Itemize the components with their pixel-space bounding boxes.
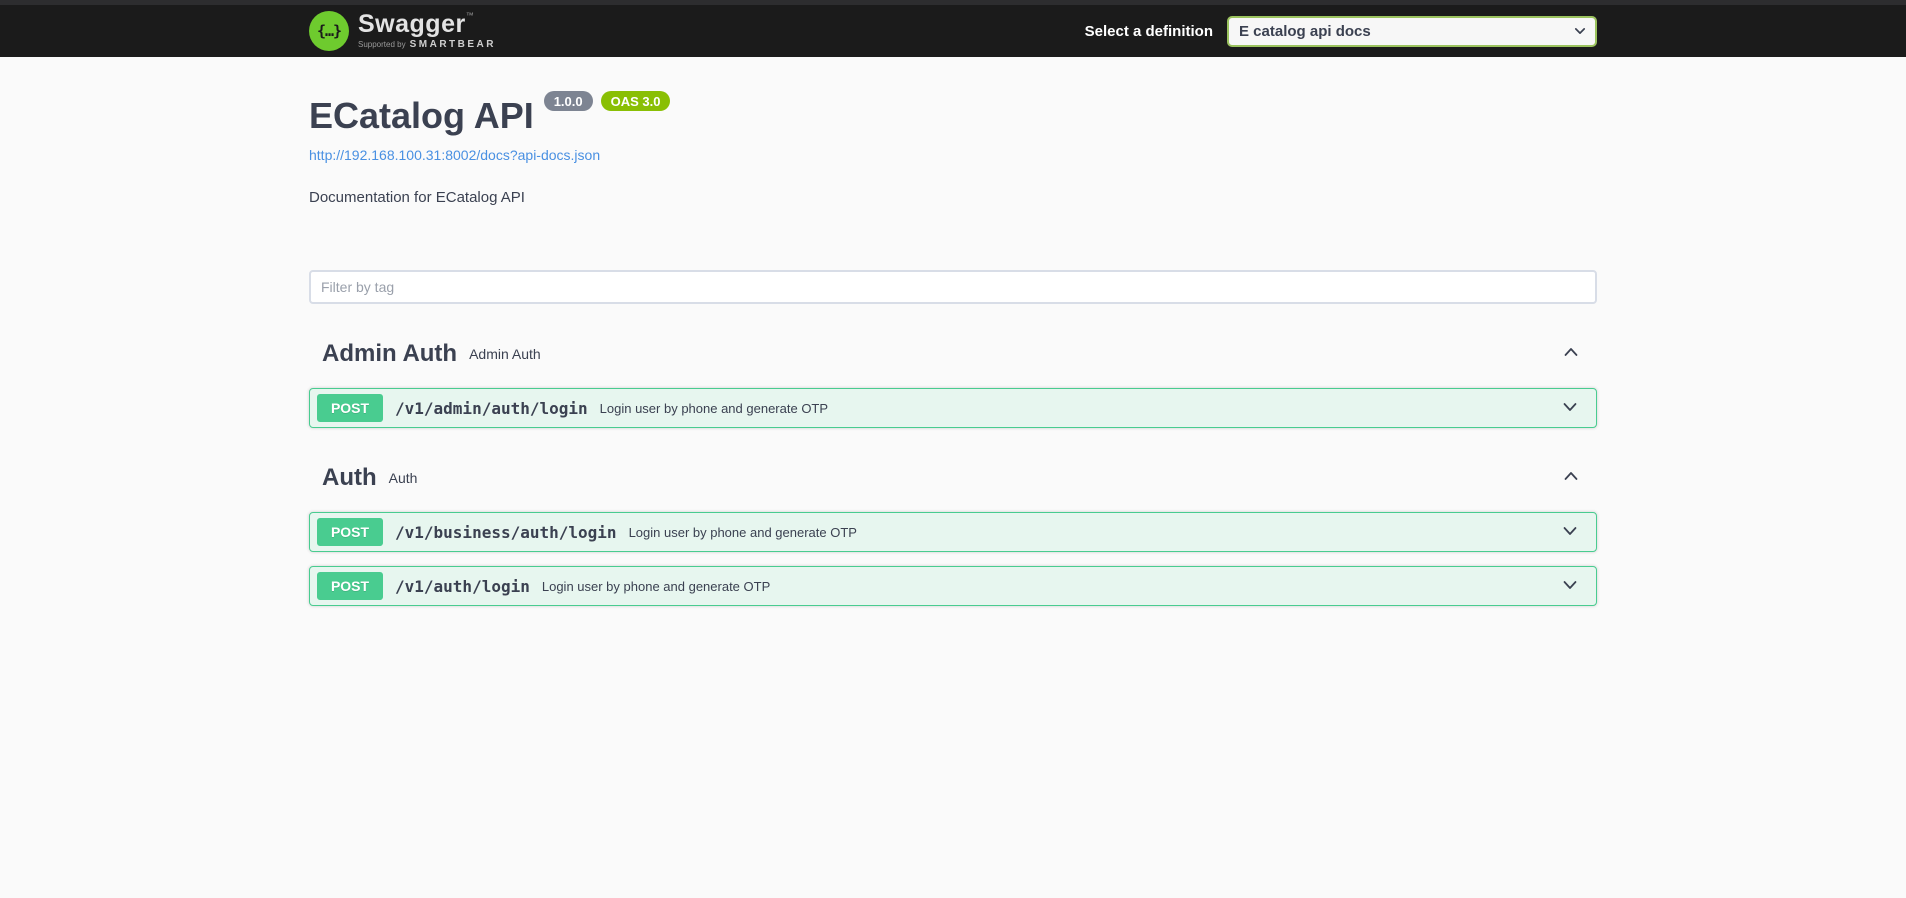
expand-operation-button[interactable] (1560, 397, 1580, 420)
logo-tagline-brand: SMARTBEAR (409, 39, 496, 50)
oas-badge: OAS 3.0 (600, 91, 671, 111)
chevron-up-icon (1561, 466, 1581, 489)
tag-name: Auth (322, 464, 377, 492)
expand-operation-button[interactable] (1560, 521, 1580, 544)
chevron-down-icon (1560, 575, 1580, 598)
tag-section-admin-auth: Admin Auth Admin Auth POST /v1/admin/aut… (309, 334, 1597, 429)
spec-url-link[interactable]: http://192.168.100.31:8002/docs?api-docs… (309, 147, 600, 163)
chevron-up-icon (1561, 342, 1581, 365)
chevron-down-icon (1560, 521, 1580, 544)
method-badge: POST (317, 394, 383, 423)
operation-summary: Login user by phone and generate OTP (541, 578, 771, 594)
definition-select-wrap: E catalog api docs (1227, 15, 1597, 47)
select-definition-label: Select a definition (1084, 22, 1213, 40)
filter-section (309, 270, 1597, 304)
trademark-symbol: ™ (465, 11, 475, 20)
page-title: ECatalog API 1.0.0 OAS 3.0 (309, 91, 1597, 136)
swagger-braces-icon: {…} (309, 11, 349, 51)
method-badge: POST (317, 518, 383, 547)
api-title-text: ECatalog API (309, 95, 534, 136)
expand-operation-button[interactable] (1560, 575, 1580, 598)
collapse-section-button[interactable] (1561, 466, 1581, 489)
tag-section-auth: Auth Auth POST /v1/business/auth/login L… (309, 458, 1597, 607)
topbar: {…} Swagger™ Supported by SMARTBEAR Sele… (0, 0, 1906, 57)
operation-row[interactable]: POST /v1/auth/login Login user by phone … (309, 566, 1597, 607)
operation-summary: Login user by phone and generate OTP (599, 400, 829, 416)
operation-path: /v1/business/auth/login (395, 522, 617, 542)
definition-select[interactable]: E catalog api docs (1227, 15, 1597, 47)
swagger-logo[interactable]: {…} Swagger™ Supported by SMARTBEAR (309, 11, 496, 51)
operation-path: /v1/auth/login (395, 576, 530, 596)
collapse-section-button[interactable] (1561, 342, 1581, 365)
tag-description: Admin Auth (469, 345, 541, 362)
definition-selector-group: Select a definition E catalog api docs (1084, 15, 1597, 47)
chevron-down-icon (1560, 397, 1580, 420)
info-section: ECatalog API 1.0.0 OAS 3.0 http://192.168.… (309, 91, 1597, 206)
logo-brand-text: Swagger (358, 10, 466, 38)
tag-header-auth[interactable]: Auth Auth (309, 458, 1597, 497)
version-badge: 1.0.0 (543, 91, 593, 111)
filter-by-tag-input[interactable] (309, 270, 1597, 304)
method-badge: POST (317, 572, 383, 601)
operation-row[interactable]: POST /v1/business/auth/login Login user … (309, 512, 1597, 553)
logo-tagline-prefix: Supported by (358, 40, 406, 49)
swagger-wordmark: Swagger™ Supported by SMARTBEAR (358, 12, 496, 50)
tag-description: Auth (388, 469, 418, 486)
operation-path: /v1/admin/auth/login (395, 398, 588, 418)
api-description: Documentation for ECatalog API (309, 189, 525, 206)
tag-header-admin-auth[interactable]: Admin Auth Admin Auth (309, 334, 1597, 373)
operation-summary: Login user by phone and generate OTP (628, 524, 857, 540)
operation-row[interactable]: POST /v1/admin/auth/login Login user by … (309, 388, 1597, 429)
tag-name: Admin Auth (322, 340, 458, 367)
